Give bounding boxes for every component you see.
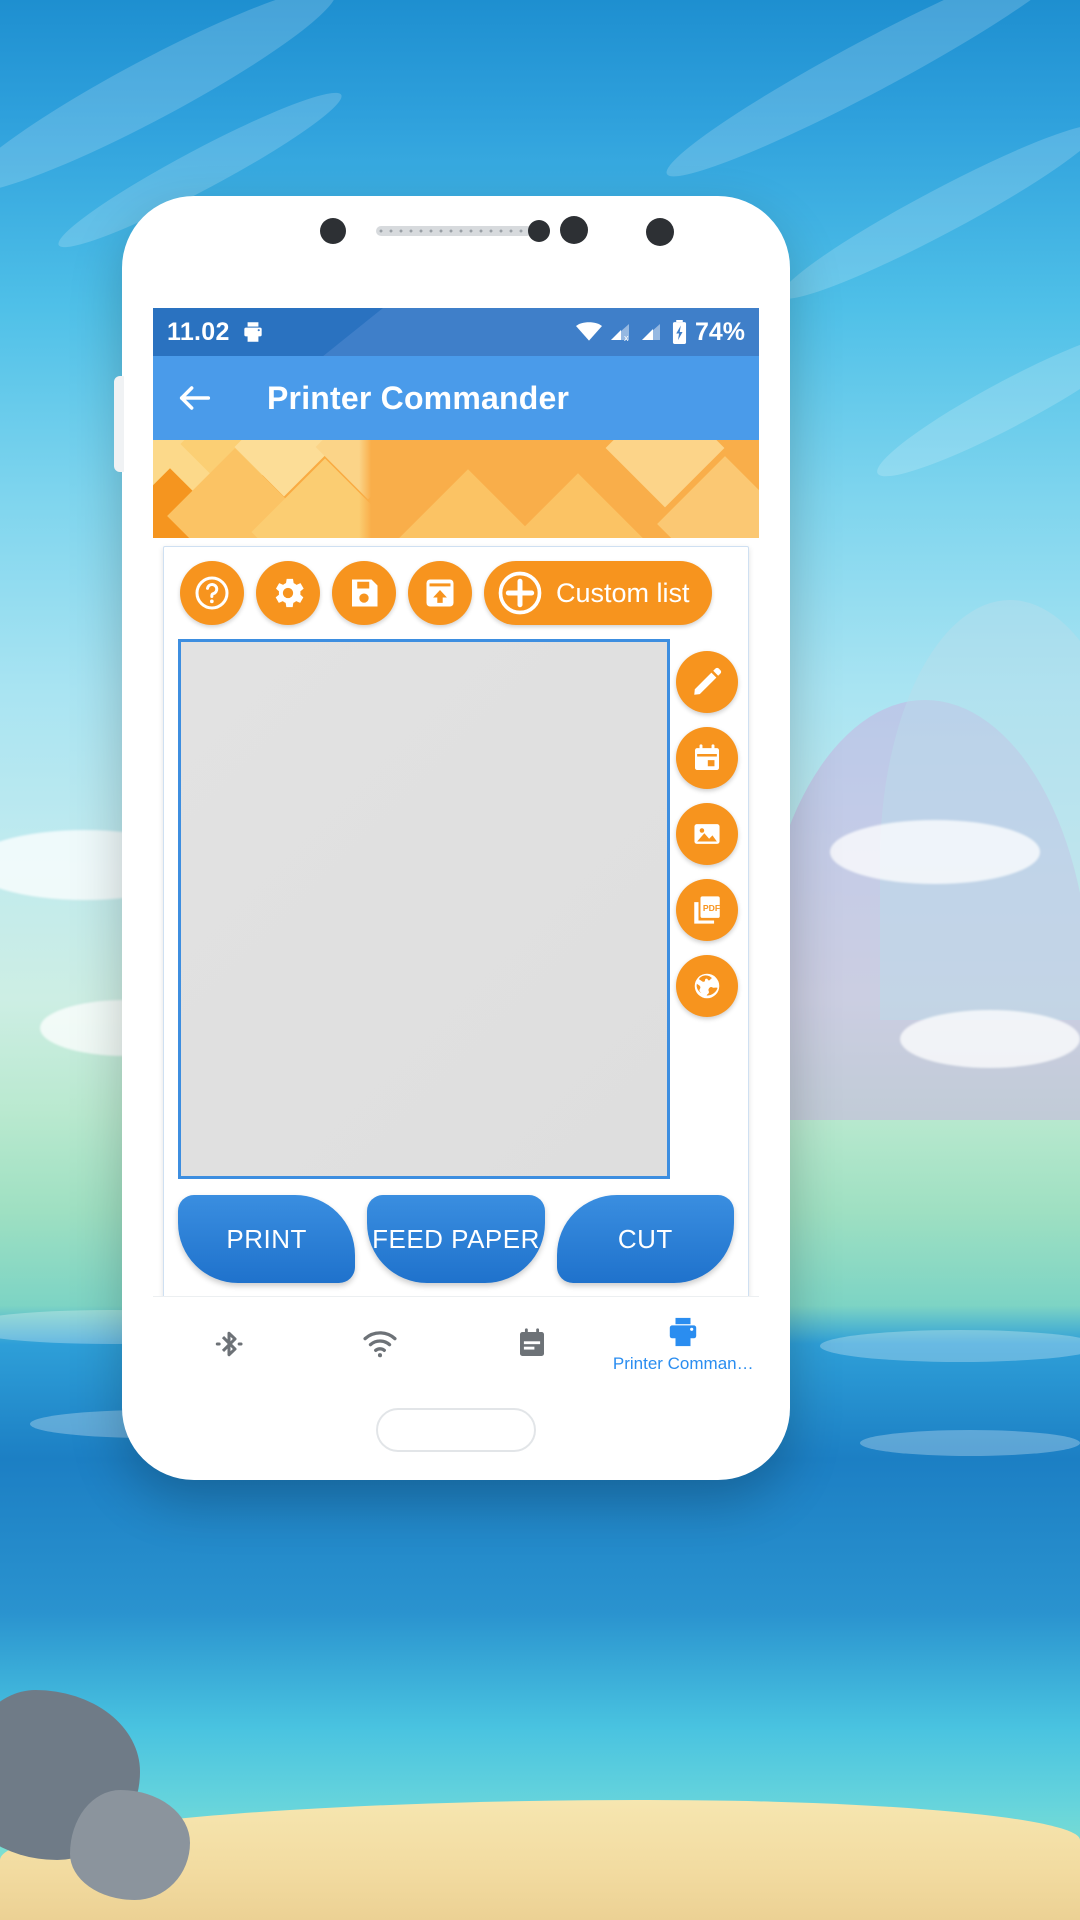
cellular-signal-1-icon: x bbox=[609, 322, 633, 342]
sky-streak bbox=[866, 312, 1080, 494]
add-date-button[interactable] bbox=[676, 727, 738, 789]
wave-shape bbox=[820, 1330, 1080, 1362]
printer-icon bbox=[240, 319, 266, 345]
custom-list-button[interactable]: Custom list bbox=[484, 561, 712, 625]
cloud-shape bbox=[830, 820, 1040, 884]
sensor-icon bbox=[560, 216, 588, 244]
front-camera-icon bbox=[320, 218, 346, 244]
status-bar: 11.02 x 74% bbox=[153, 308, 759, 356]
decorative-banner bbox=[153, 440, 759, 538]
print-preview-canvas[interactable] bbox=[178, 639, 670, 1179]
print-button[interactable]: PRINT bbox=[178, 1195, 356, 1283]
page-title: Printer Commander bbox=[267, 379, 570, 416]
status-time: 11.02 bbox=[167, 317, 230, 346]
gear-icon bbox=[268, 573, 308, 613]
wave-shape bbox=[860, 1430, 1080, 1456]
svg-text:PDF: PDF bbox=[703, 903, 720, 913]
notes-icon bbox=[514, 1326, 550, 1362]
nav-bluetooth[interactable] bbox=[153, 1325, 305, 1363]
feed-paper-button[interactable]: FEED PAPER bbox=[367, 1195, 545, 1283]
upload-box-icon bbox=[422, 575, 458, 611]
rock-shape bbox=[70, 1790, 190, 1900]
app-bar: Printer Commander bbox=[153, 356, 759, 440]
sky-streak bbox=[770, 108, 1080, 316]
sensor-icon bbox=[528, 220, 550, 242]
add-web-button[interactable] bbox=[676, 955, 738, 1017]
phone-top-bezel bbox=[122, 196, 790, 308]
cellular-signal-2-icon bbox=[640, 322, 664, 342]
floppy-disk-icon bbox=[346, 575, 382, 611]
home-indicator[interactable] bbox=[376, 1408, 536, 1452]
pencil-icon bbox=[690, 665, 724, 699]
sensor-icon bbox=[646, 218, 674, 246]
settings-button[interactable] bbox=[256, 561, 320, 625]
content-card: Custom list PDF PRINT FEED PAPER CUT bbox=[163, 546, 749, 1390]
nav-printer-commander[interactable]: Printer Comman… bbox=[608, 1314, 760, 1374]
insert-tools-column: PDF bbox=[676, 651, 738, 1017]
plus-circle-icon bbox=[494, 567, 546, 619]
nav-notes[interactable] bbox=[456, 1326, 608, 1362]
back-arrow-icon[interactable] bbox=[175, 378, 215, 418]
image-icon bbox=[691, 818, 723, 850]
wifi-icon bbox=[361, 1325, 399, 1363]
svg-text:x: x bbox=[624, 333, 629, 342]
cut-button[interactable]: CUT bbox=[556, 1195, 734, 1283]
canvas-area: PDF bbox=[164, 639, 748, 1179]
earpiece-speaker bbox=[376, 226, 532, 236]
phone-side-button[interactable] bbox=[114, 376, 124, 472]
pdf-icon: PDF bbox=[690, 893, 724, 927]
bottom-navigation-bar: Printer Comman… bbox=[153, 1296, 759, 1390]
mountain-shape bbox=[880, 600, 1080, 1020]
question-mark-icon bbox=[192, 573, 232, 613]
nav-wifi[interactable] bbox=[305, 1325, 457, 1363]
calendar-icon bbox=[691, 742, 723, 774]
save-button[interactable] bbox=[332, 561, 396, 625]
cloud-shape bbox=[900, 1010, 1080, 1068]
add-pdf-button[interactable]: PDF bbox=[676, 879, 738, 941]
globe-icon bbox=[691, 970, 723, 1002]
battery-percentage: 74% bbox=[694, 317, 745, 346]
wallpaper-background: 11.02 x 74% Printer Commander Custom lis… bbox=[0, 0, 1080, 1920]
help-button[interactable] bbox=[180, 561, 244, 625]
printer-icon bbox=[665, 1314, 701, 1350]
load-button[interactable] bbox=[408, 561, 472, 625]
custom-list-label: Custom list bbox=[556, 577, 690, 608]
add-text-button[interactable] bbox=[676, 651, 738, 713]
phone-device: 11.02 x 74% Printer Commander Custom lis… bbox=[114, 196, 790, 1480]
wifi-icon bbox=[575, 322, 602, 342]
action-button-row: PRINT FEED PAPER CUT bbox=[164, 1179, 748, 1283]
phone-screen: 11.02 x 74% Printer Commander Custom lis… bbox=[153, 308, 759, 1390]
nav-printer-commander-label: Printer Comman… bbox=[612, 1353, 754, 1373]
add-image-button[interactable] bbox=[676, 803, 738, 865]
battery-charging-icon bbox=[671, 320, 688, 344]
tool-bar: Custom list bbox=[164, 547, 748, 639]
bluetooth-icon bbox=[210, 1325, 248, 1363]
